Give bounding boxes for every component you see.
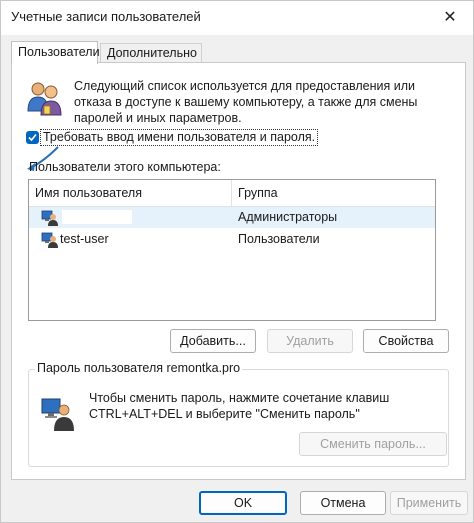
group-cell: Администраторы [238,210,338,224]
list-header: Имя пользователя Группа [29,180,435,207]
tab-advanced[interactable]: Дополнительно [100,43,202,63]
checkmark-icon [28,133,37,142]
apply-button[interactable]: Применить [390,491,468,515]
redacted-username [62,210,132,224]
tab-users[interactable]: Пользователи [11,41,100,64]
require-login-checkbox[interactable] [26,131,39,144]
table-row[interactable]: Администраторы [29,207,435,228]
user-icon [41,232,58,248]
cancel-button[interactable]: Отмена [300,491,386,515]
properties-button[interactable]: Свойства [363,329,449,353]
users-tab-panel: Следующий список используется для предос… [11,62,466,480]
column-header-group[interactable]: Группа [238,186,278,200]
user-accounts-dialog: Учетные записи пользователей ✕ Пользоват… [0,0,474,523]
password-instructions: Чтобы сменить пароль, нажмите сочетание … [89,391,390,421]
users-icon [27,82,62,116]
ok-button[interactable]: OK [199,491,287,515]
add-user-button[interactable]: Добавить... [170,329,256,353]
users-list[interactable]: Имя пользователя Группа Администраторы t… [28,179,436,321]
username-cell: test-user [60,232,109,246]
close-button[interactable]: ✕ [427,1,473,35]
column-divider[interactable] [231,180,232,206]
info-text: Следующий список используется для предос… [74,79,418,125]
password-group: Пароль пользователя remontka.pro Чтобы с… [28,361,449,467]
user-password-icon [41,398,74,431]
change-password-button[interactable]: Сменить пароль... [299,432,447,456]
users-list-label: Пользователи этого компьютера: [29,160,221,174]
column-header-username[interactable]: Имя пользователя [35,186,142,200]
title-bar: Учетные записи пользователей ✕ [1,1,473,35]
table-row[interactable]: test-user Пользователи [29,229,435,250]
group-cell: Пользователи [238,232,320,246]
user-icon [41,210,58,226]
remove-user-button[interactable]: Удалить [267,329,353,353]
require-login-label[interactable]: Требовать ввод имени пользователя и паро… [40,129,319,146]
password-group-title: Пароль пользователя remontka.pro [35,361,243,375]
window-title: Учетные записи пользователей [11,9,201,24]
